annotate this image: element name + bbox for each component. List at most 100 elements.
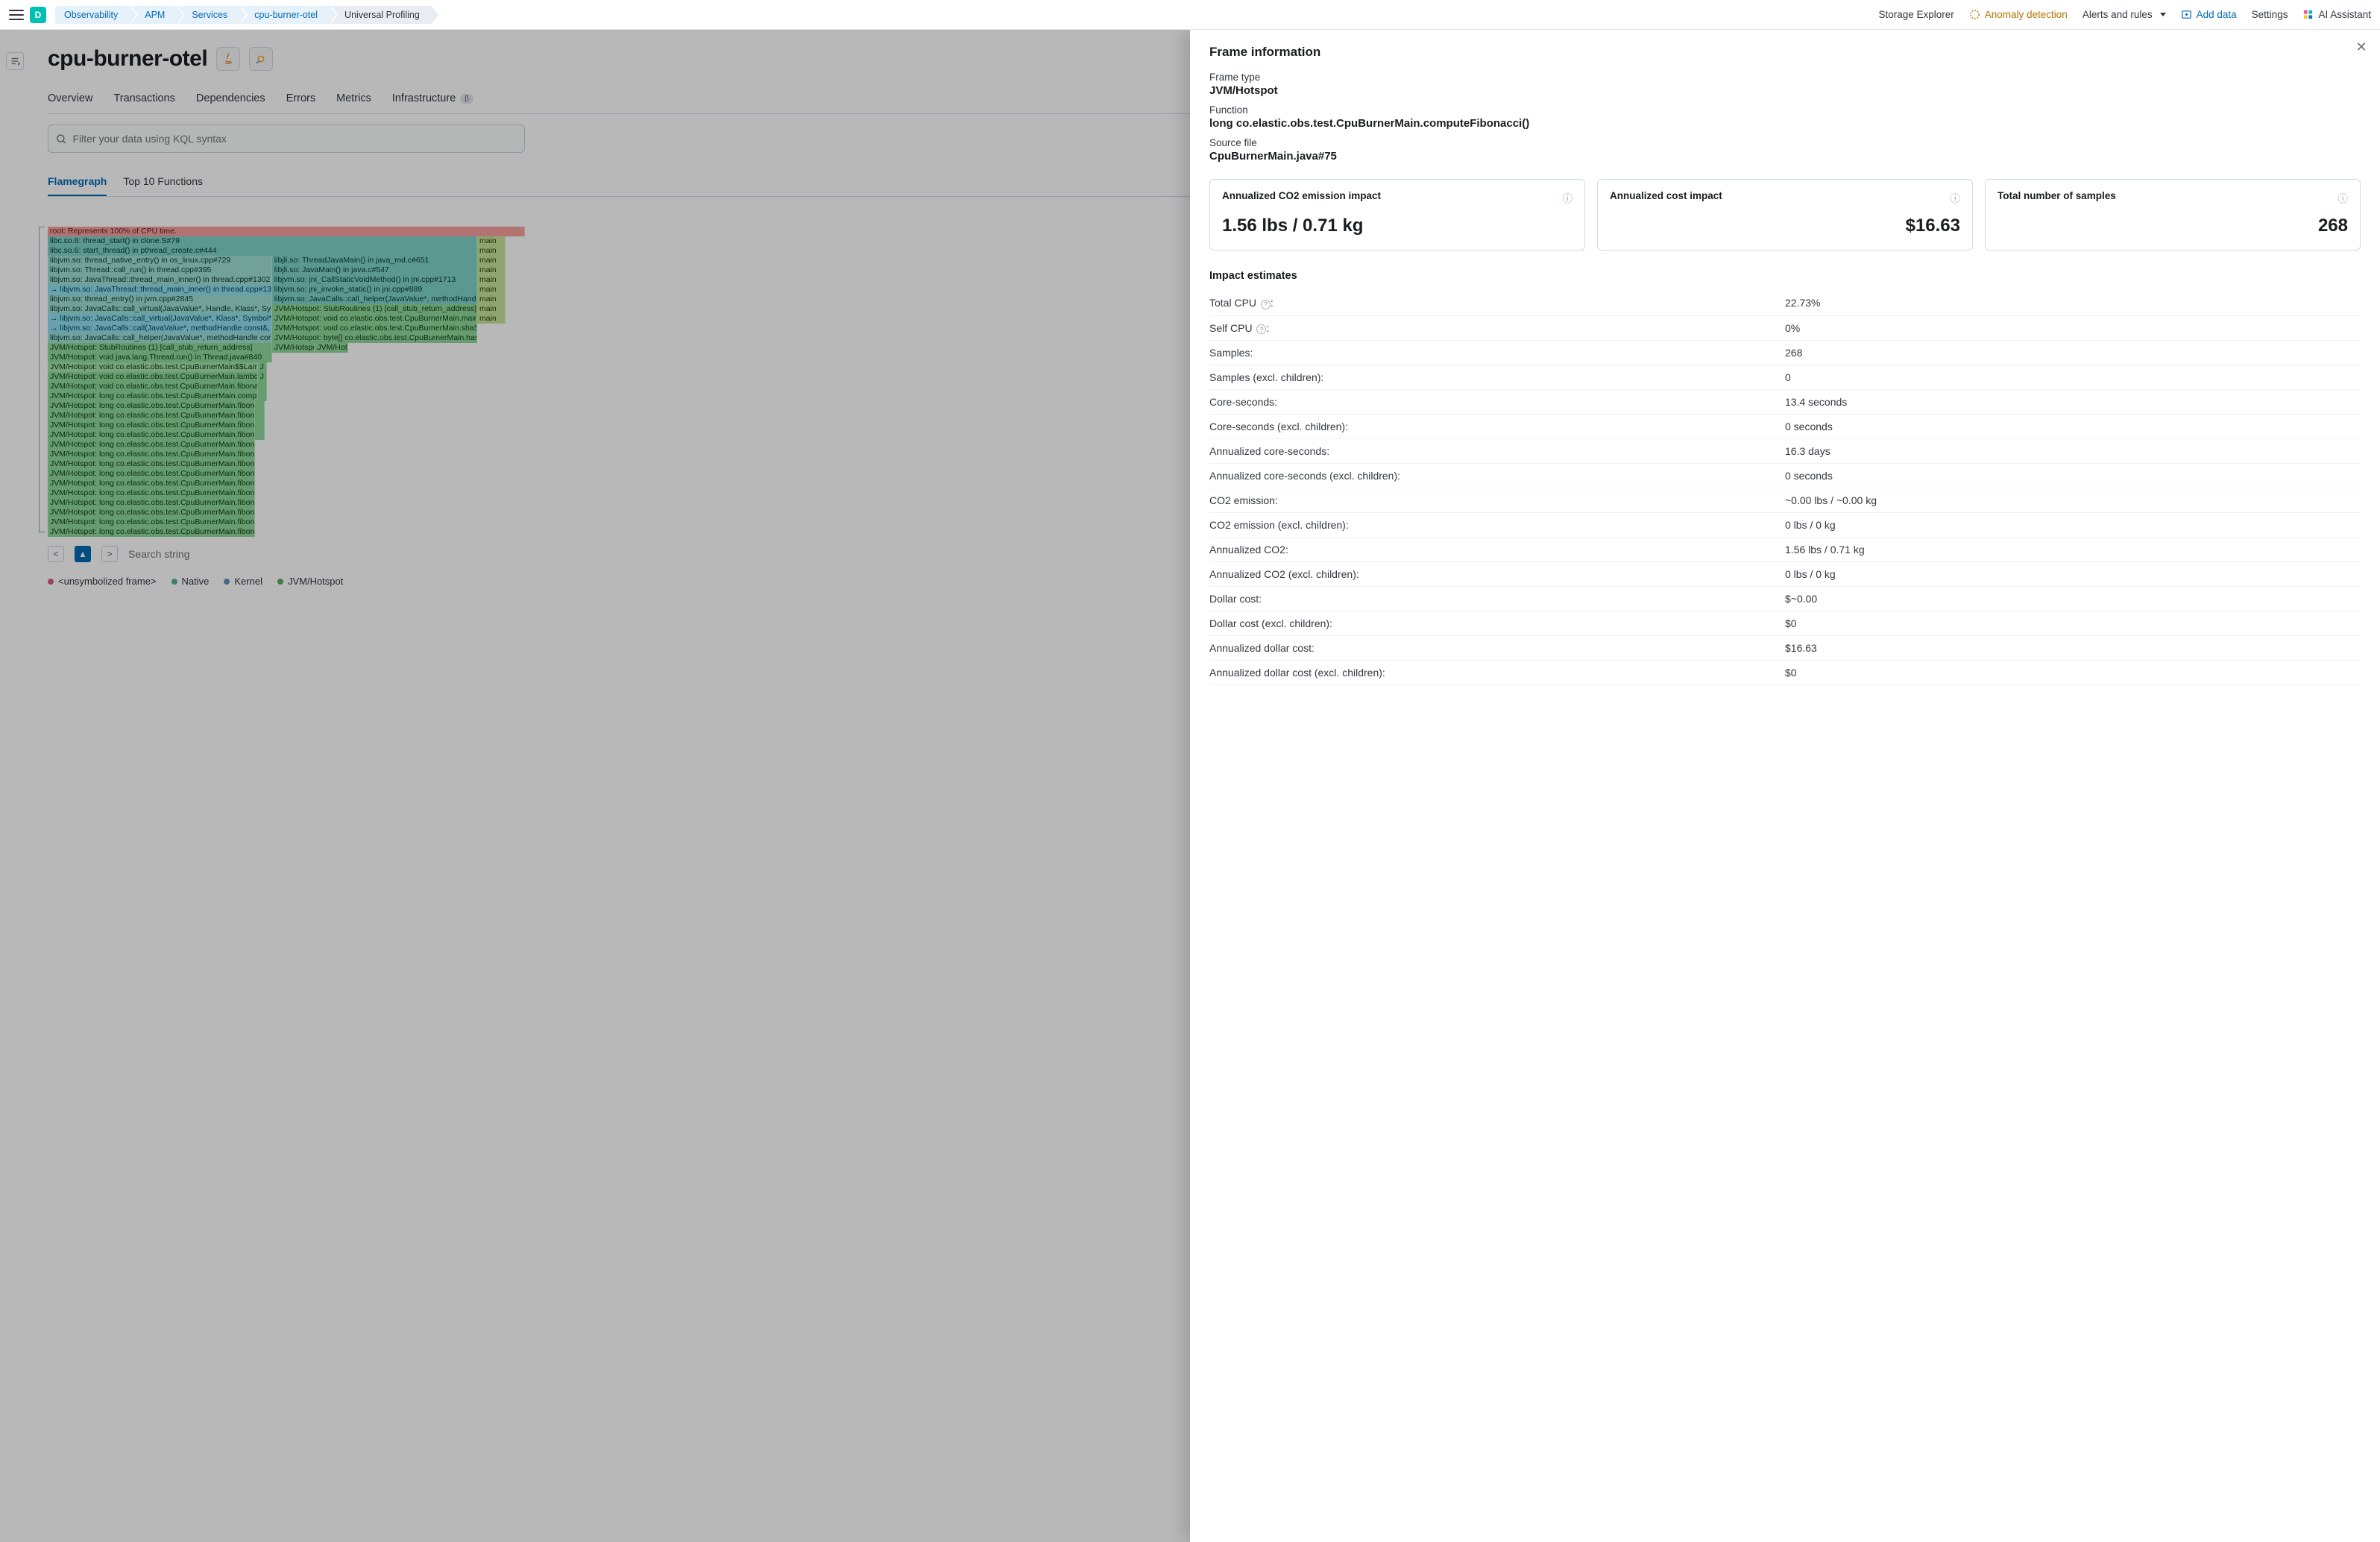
flame-next-button[interactable]: > <box>101 546 118 562</box>
flame-segment[interactable]: JVM/Hotspot: long co.elastic.obs.test.Cp… <box>48 421 255 430</box>
flame-segment[interactable]: JVM/Hotspot: long co.elastic.obs.test.Cp… <box>48 508 255 517</box>
flame-segment[interactable]: libc.so.6: thread_start() in clone.S#79 <box>48 236 477 246</box>
tab-dependencies[interactable]: Dependencies <box>196 85 265 113</box>
flame-segment[interactable] <box>255 411 265 421</box>
flame-segment[interactable]: JVM/Hotspot: long co.elastic.obs.test.Cp… <box>48 517 255 527</box>
flame-segment[interactable]: → libjvm.so: JavaThread::thread_main_inn… <box>48 285 272 295</box>
flame-segment[interactable]: JVM/Hotspot: byte[] co.elastic.obs.test.… <box>272 333 477 343</box>
flame-segment[interactable]: main <box>477 314 506 324</box>
space-badge[interactable]: D <box>30 7 46 23</box>
flame-segment[interactable]: JVM/Hotspot: void java.lang.Thread.run()… <box>48 353 272 362</box>
flame-segment[interactable]: main <box>477 304 506 314</box>
flame-segment[interactable]: main <box>477 285 506 295</box>
flame-segment[interactable]: libjli.so: JavaMain() in java.c#547 <box>272 265 477 275</box>
flame-segment[interactable]: JVM/Hotspot: void co.elastic.obs.test.Cp… <box>272 324 477 333</box>
flame-segment[interactable]: → libjvm.so: JavaCalls::call_virtual(Jav… <box>48 314 272 324</box>
flame-segment[interactable]: J <box>258 362 268 372</box>
flame-segment[interactable]: JVM/Hotspot: long co.elastic.obs.test.Cp… <box>48 411 255 421</box>
flame-segment[interactable]: JVM/Hotspot: long co.elastic.obs.test.Cp… <box>48 479 255 488</box>
legend-unsymbolized: <unsymbolized frame> <box>48 576 157 587</box>
java-agent-icon-button[interactable] <box>216 47 240 71</box>
flame-segment[interactable]: JVM/Hotsp <box>315 343 348 353</box>
flame-segment[interactable]: JVM/Hotspot: void co.elastic.obs.test.Cp… <box>48 362 258 372</box>
flame-segment[interactable]: root: Represents 100% of CPU time. <box>48 227 525 236</box>
flame-segment[interactable]: main <box>477 275 506 285</box>
info-icon[interactable]: ⓘ <box>1951 190 1961 205</box>
flame-segment[interactable]: JVM/Hotspot: void co.elastic.obs.test.Cp… <box>48 382 258 391</box>
flame-segment[interactable]: libjvm.so: thread_native_entry() in os_l… <box>48 256 272 265</box>
storage-explorer-link[interactable]: Storage Explorer <box>1878 9 1954 20</box>
flame-segment[interactable] <box>255 401 265 411</box>
flame-segment[interactable]: main <box>477 246 506 256</box>
flame-segment[interactable]: → libjvm.so: JavaCalls::call(JavaValue*,… <box>48 324 272 333</box>
flame-segment[interactable]: J <box>258 372 268 382</box>
flame-segment[interactable]: JVM/Hotspot: void co.elastic.obs.test.Cp… <box>48 372 258 382</box>
flame-prev-button[interactable]: < <box>48 546 64 562</box>
info-icon[interactable]: ⓘ <box>1563 190 1573 205</box>
nav-toggle-button[interactable] <box>9 10 24 20</box>
flame-segment[interactable]: JVM/Hotspot: long co.elastic.obs.test.Cp… <box>48 430 255 440</box>
flame-segment[interactable]: libjvm.so: jni_CallStaticVoidMethod() in… <box>272 275 477 285</box>
flame-segment[interactable]: libjvm.so: JavaCalls::call_helper(JavaVa… <box>48 333 272 343</box>
flame-segment[interactable]: libjvm.so: JavaCalls::call_helper(JavaVa… <box>272 295 477 304</box>
impact-value: 0 seconds <box>1785 415 2361 439</box>
flame-segment[interactable]: JVM/Hotspot: void co.elastic.obs.test.Cp… <box>272 314 477 324</box>
flame-segment[interactable] <box>255 421 265 430</box>
flame-segment[interactable]: main <box>477 265 506 275</box>
flame-segment[interactable]: libjvm.so: JavaCalls::call_virtual(JavaV… <box>48 304 272 314</box>
flame-segment[interactable] <box>258 382 268 391</box>
kql-search-bar[interactable] <box>48 125 525 153</box>
flame-segment[interactable]: JVM/Hotspot: StubRoutines (1) [call_stub… <box>272 304 477 314</box>
breadcrumb-item: Universal Profiling <box>330 6 432 24</box>
tab-errors[interactable]: Errors <box>286 85 315 113</box>
flame-segment[interactable] <box>255 430 265 440</box>
kql-input[interactable] <box>72 133 517 145</box>
tab-infrastructure[interactable]: Infrastructureβ <box>392 85 473 113</box>
flame-segment[interactable]: main <box>477 295 506 304</box>
flame-segment[interactable]: main <box>477 256 506 265</box>
flame-segment[interactable]: main <box>477 236 506 246</box>
flame-segment[interactable]: JVM/Hotspot: long co.elastic.obs.test.Cp… <box>48 401 255 411</box>
flame-segment[interactable]: JVM/Hotspot: long co.elastic.obs.test.Cp… <box>48 469 255 479</box>
flame-segment[interactable]: JVM/Hotspot: long co.elastic.obs.test.Cp… <box>48 488 255 498</box>
flame-segment[interactable]: libc.so.6: start_thread() in pthread_cre… <box>48 246 477 256</box>
breadcrumb-item[interactable]: Services <box>177 6 239 24</box>
subtab-top10[interactable]: Top 10 Functions <box>123 169 203 196</box>
flame-segment[interactable]: JVM/Hotspot: long co.elastic.obs.test.Cp… <box>48 450 255 459</box>
flame-segment[interactable] <box>258 391 268 401</box>
flame-reset-button[interactable]: ▲ <box>75 546 91 562</box>
help-icon[interactable]: ? <box>1256 324 1266 334</box>
tab-overview[interactable]: Overview <box>48 85 92 113</box>
help-icon[interactable]: ? <box>1261 300 1271 309</box>
otel-icon-button[interactable] <box>249 47 273 71</box>
info-icon[interactable]: ⓘ <box>2338 190 2349 205</box>
flame-segment[interactable]: JVM/Hotspot: StubRoutines (1) [call_stub… <box>48 343 272 353</box>
flame-segment[interactable]: JVM/Hotspot: long co.elastic.obs.test.Cp… <box>48 459 255 469</box>
flame-segment[interactable]: JVM/Hotspot: long co.elastic.obs.test.Cp… <box>48 440 255 450</box>
breadcrumb-item[interactable]: Observability <box>55 6 130 24</box>
flame-segment[interactable]: libjvm.so: jni_invoke_static() in jni.cp… <box>272 285 477 295</box>
flame-segment[interactable]: libjvm.so: JavaThread::thread_main_inner… <box>48 275 272 285</box>
flame-segment[interactable]: libjvm.so: Thread::call_run() in thread.… <box>48 265 272 275</box>
settings-link[interactable]: Settings <box>2252 9 2288 20</box>
expand-sidebar-button[interactable] <box>6 52 24 70</box>
tab-metrics[interactable]: Metrics <box>336 85 371 113</box>
impact-row: Core-seconds:13.4 seconds <box>1209 390 2361 415</box>
tab-transactions[interactable]: Transactions <box>113 85 174 113</box>
flame-row: root: Represents 100% of CPU time. <box>48 227 525 236</box>
anomaly-detection-link[interactable]: Anomaly detection <box>1969 9 2068 20</box>
flame-segment[interactable]: JVM/Hotspot: long co.elastic.obs.test.Cp… <box>48 527 255 537</box>
flamegraph[interactable]: root: Represents 100% of CPU time.libc.s… <box>48 227 525 537</box>
ai-assistant-link[interactable]: AI Assistant <box>2302 9 2371 20</box>
flame-segment[interactable]: JVM/Hotspot: long co.elastic.obs.test.Cp… <box>48 391 258 401</box>
flame-search-input[interactable] <box>128 548 352 560</box>
flame-segment[interactable]: libjvm.so: thread_entry() in jvm.cpp#284… <box>48 295 272 304</box>
alerts-rules-menu[interactable]: Alerts and rules <box>2082 9 2166 20</box>
flame-segment[interactable]: JVM/Hotspot: long co.elastic.obs.test.Cp… <box>48 498 255 508</box>
flame-segment[interactable]: libjli.so: ThreadJavaMain() in java_md.c… <box>272 256 477 265</box>
flyout-close-button[interactable]: ✕ <box>2353 39 2370 55</box>
subtab-flamegraph[interactable]: Flamegraph <box>48 169 107 196</box>
flame-segment[interactable]: JVM/Hotspot: vo <box>272 343 315 353</box>
add-data-link[interactable]: Add data <box>2181 9 2237 20</box>
breadcrumb-item[interactable]: cpu-burner-otel <box>239 6 330 24</box>
